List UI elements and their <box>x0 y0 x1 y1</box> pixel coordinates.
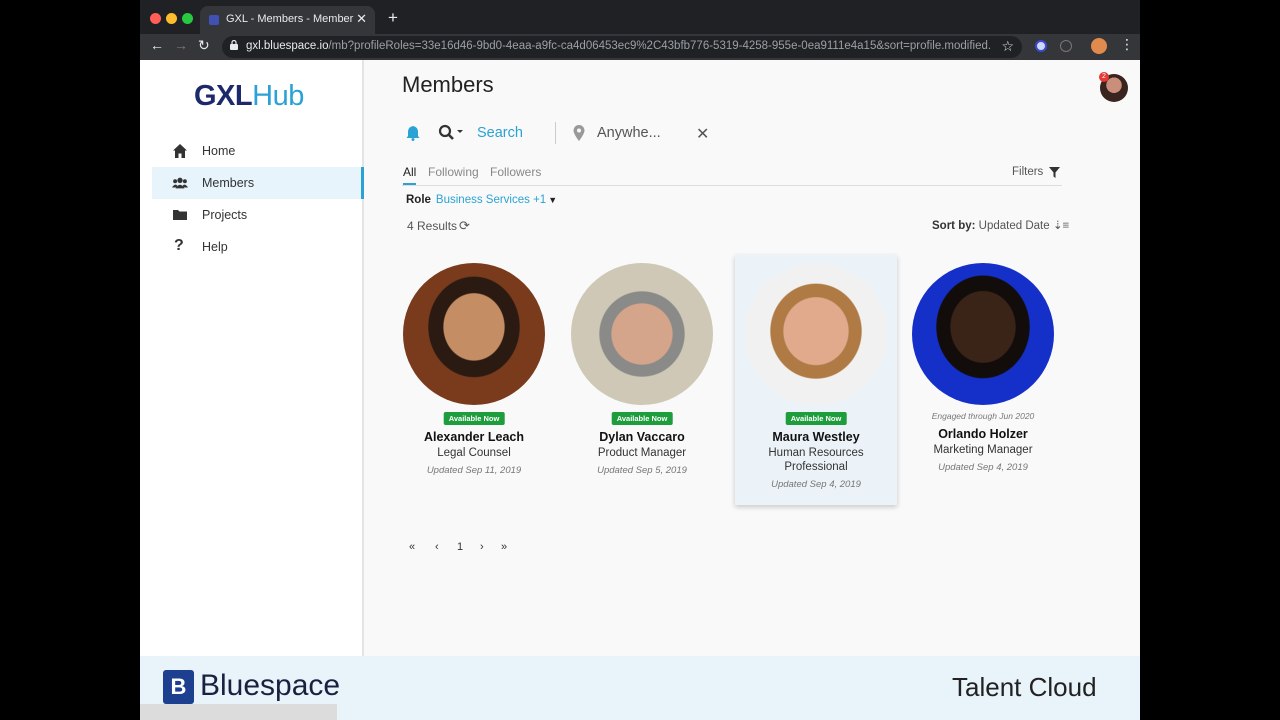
logo-part-hub: Hub <box>252 80 304 112</box>
member-name[interactable]: Alexander Leach <box>393 430 555 444</box>
tabs-divider <box>402 185 1062 186</box>
location-pin-icon <box>573 125 585 141</box>
member-photo <box>745 263 887 405</box>
first-page-button[interactable]: « <box>409 541 415 553</box>
notification-badge: 2 <box>1099 72 1109 82</box>
sidebar-item-home[interactable]: Home <box>152 135 364 167</box>
search-input[interactable]: Search <box>477 125 523 141</box>
page-number-button[interactable]: 1 <box>457 541 463 553</box>
role-filter[interactable]: Role Business Services +1 ▼ <box>406 194 557 206</box>
member-name[interactable]: Orlando Holzer <box>902 427 1064 441</box>
member-updated: Updated Sep 5, 2019 <box>597 465 687 476</box>
filters-button[interactable]: Filters <box>1012 166 1043 178</box>
company-name: Bluespace <box>200 669 341 702</box>
member-role: Product Manager <box>597 447 687 459</box>
member-role: Legal Counsel <box>437 447 511 459</box>
role-label: Role <box>406 194 431 206</box>
sidebar: GXLHub Home Members Projects ? Help <box>140 60 364 656</box>
member-name[interactable]: Maura Westley <box>735 430 897 444</box>
menu-icon[interactable]: ⋮ <box>1120 36 1134 53</box>
members-icon <box>172 177 188 189</box>
minimize-window-button[interactable] <box>166 13 177 24</box>
forward-icon[interactable]: → <box>174 37 188 53</box>
reload-icon[interactable]: ↻ <box>198 37 210 54</box>
clear-search-icon[interactable]: ✕ <box>696 124 709 144</box>
maximize-window-button[interactable] <box>182 13 193 24</box>
browser-tab[interactable]: GXL - Members - Member List ✕ <box>200 6 375 34</box>
folder-icon <box>173 210 187 220</box>
sort-label: Sort by: <box>932 220 976 232</box>
next-page-button[interactable]: › <box>480 541 484 553</box>
close-tab-icon[interactable]: ✕ <box>356 11 367 27</box>
close-window-button[interactable] <box>150 13 161 24</box>
sort-direction-icon[interactable]: ⇣≡ <box>1053 220 1069 232</box>
help-icon: ? <box>174 237 184 254</box>
status-bar <box>140 704 337 720</box>
page-title: Members <box>402 72 494 97</box>
tab-following[interactable]: Following <box>428 165 479 179</box>
sidebar-item-label: Help <box>202 240 228 254</box>
tab-title: GXL - Members - Member List <box>226 13 356 25</box>
member-updated: Updated Sep 4, 2019 <box>771 479 861 490</box>
filter-icon[interactable] <box>1049 167 1060 178</box>
tab-all[interactable]: All <box>403 165 416 179</box>
sidebar-item-label: Home <box>202 144 236 158</box>
member-photo <box>571 263 713 405</box>
profile-icon[interactable] <box>1091 38 1107 54</box>
url-host: gxl.bluespace.io <box>246 40 329 52</box>
sort-value[interactable]: Updated Date <box>979 220 1050 232</box>
favicon-icon <box>209 15 219 25</box>
bell-icon[interactable] <box>406 125 420 141</box>
member-updated: Updated Sep 11, 2019 <box>426 465 522 476</box>
member-photo <box>403 263 545 405</box>
sidebar-item-help[interactable]: ? Help <box>152 231 364 263</box>
location-input[interactable]: Anywhe... <box>597 125 661 141</box>
lock-icon <box>230 40 238 50</box>
logo-part-gxl: GXL <box>194 80 253 112</box>
prev-page-button[interactable]: ‹ <box>435 541 439 553</box>
url-path: /mb?profileRoles=33e16d46-9bd0-4eaa-a9fc… <box>328 40 991 52</box>
member-name[interactable]: Dylan Vaccaro <box>561 430 723 444</box>
results-count: 4 Results <box>407 219 458 233</box>
url-text: gxl.bluespace.io/mb?profileRoles=33e16d4… <box>246 40 991 52</box>
tab-followers[interactable]: Followers <box>490 165 541 179</box>
engagement-note: Engaged through Jun 2020 <box>931 411 1035 421</box>
chevron-down-icon[interactable]: ▼ <box>548 195 557 205</box>
address-bar[interactable]: gxl.bluespace.io/mb?profileRoles=33e16d4… <box>222 36 1022 58</box>
browser-toolbar: ← → ↻ gxl.bluespace.io/mb?profileRoles=3… <box>140 34 1140 60</box>
new-tab-icon[interactable]: + <box>388 8 398 28</box>
gxlhub-logo[interactable]: GXLHub <box>194 80 304 113</box>
home-icon <box>173 144 187 158</box>
bookmark-star-icon[interactable]: ☆ <box>1001 38 1014 55</box>
main-content: Members 2 Search Anywhe... ✕ All Followi… <box>366 60 1140 656</box>
back-icon[interactable]: ← <box>150 37 164 53</box>
search-icon[interactable] <box>438 124 466 142</box>
product-name: Talent Cloud <box>952 672 1097 702</box>
tab-strip: GXL - Members - Member List ✕ + <box>140 0 1140 34</box>
status-badge: Available Now <box>443 412 505 425</box>
member-role: Marketing Manager <box>933 444 1033 456</box>
member-card[interactable]: Available Now Maura Westley Human Resour… <box>735 255 897 505</box>
role-value[interactable]: Business Services +1 <box>436 194 546 206</box>
sidebar-item-label: Members <box>202 176 255 190</box>
extension-icon[interactable] <box>1035 40 1047 52</box>
sidebar-item-projects[interactable]: Projects <box>152 199 364 231</box>
search-divider <box>555 122 556 144</box>
member-updated: Updated Sep 4, 2019 <box>938 462 1028 473</box>
member-role: Human Resources Professional <box>768 447 864 473</box>
sidebar-item-label: Projects <box>202 208 248 222</box>
status-badge: Available Now <box>611 412 673 425</box>
last-page-button[interactable]: » <box>501 541 507 553</box>
bluespace-logo: B <box>163 670 194 704</box>
browser-window: GXL - Members - Member List ✕ + ← → ↻ gx… <box>140 0 1140 720</box>
sidebar-item-members[interactable]: Members <box>152 167 364 199</box>
member-photo <box>912 263 1054 405</box>
status-badge: Available Now <box>785 412 847 425</box>
sort-control[interactable]: Sort by: Updated Date ⇣≡ <box>932 218 1069 232</box>
info-icon[interactable] <box>1060 40 1072 52</box>
refresh-icon[interactable]: ⟳ <box>459 218 470 234</box>
